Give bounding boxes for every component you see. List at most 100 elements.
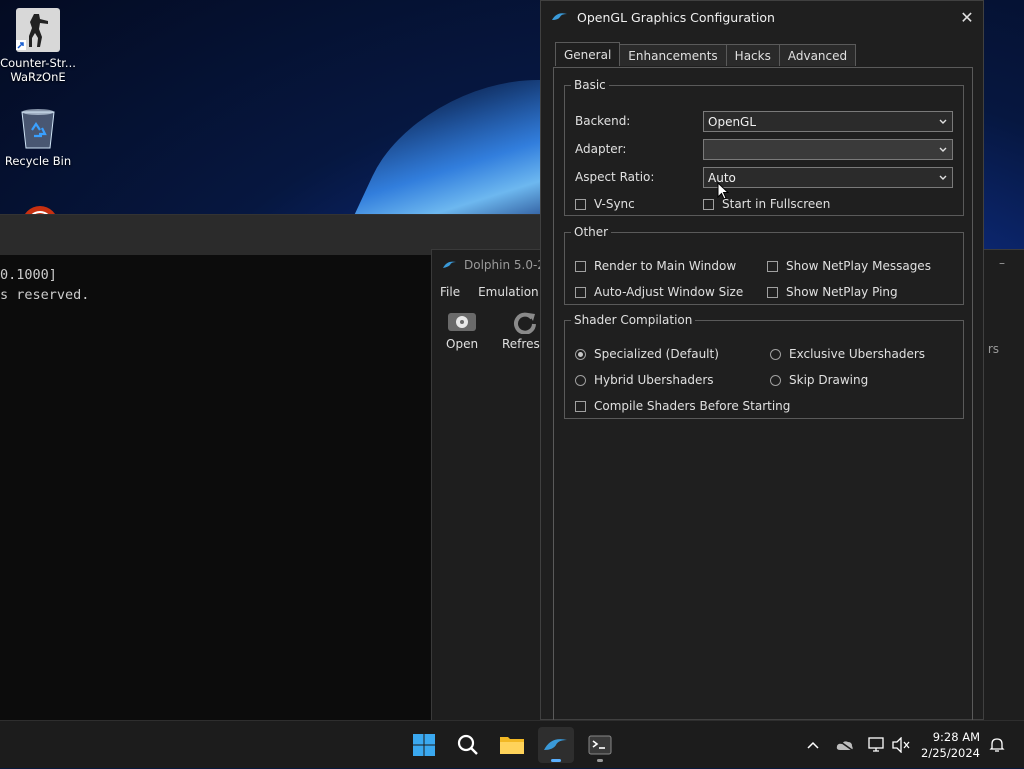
show-netplay-ping-checkbox[interactable]: Show NetPlay Ping <box>767 285 898 299</box>
windows-start-icon <box>413 734 435 756</box>
checkbox-box[interactable] <box>767 260 778 272</box>
terminal-line: s reserved. <box>0 287 90 303</box>
dialog-title: OpenGL Graphics Configuration <box>577 9 775 25</box>
aspect-ratio-combo[interactable]: Auto <box>703 167 953 188</box>
clock-time: 9:28 AM <box>932 730 980 744</box>
counter-strike-icon <box>16 8 60 52</box>
toolbar-open-button[interactable]: Open <box>446 310 478 351</box>
backend-combo[interactable]: OpenGL <box>703 111 953 132</box>
checkbox-box[interactable] <box>575 286 586 298</box>
other-legend: Other <box>574 225 609 239</box>
network-button[interactable] <box>866 721 888 769</box>
start-button[interactable] <box>406 727 442 763</box>
checkbox-box[interactable] <box>575 198 586 210</box>
opengl-config-dialog[interactable]: OpenGL Graphics Configuration ✕ General … <box>540 0 984 727</box>
show-netplay-messages-label: Show NetPlay Messages <box>786 259 931 273</box>
hybrid-ubershaders-label: Hybrid Ubershaders <box>594 373 714 387</box>
refresh-icon <box>513 312 536 335</box>
hybrid-ubershaders-radio[interactable]: Hybrid Ubershaders <box>575 373 714 387</box>
basic-legend: Basic <box>574 78 606 92</box>
file-explorer-button[interactable] <box>494 727 530 763</box>
desktop-icon-label: WaRzOnE <box>10 70 66 84</box>
dolphin-icon <box>552 13 567 20</box>
checkbox-box[interactable] <box>767 286 778 298</box>
render-main-window-label: Render to Main Window <box>594 259 737 273</box>
tab-enhancements[interactable]: Enhancements <box>619 44 727 66</box>
radio-circle[interactable] <box>575 348 586 360</box>
search-button[interactable] <box>450 727 486 763</box>
desktop-icon-counter-strike[interactable]: Counter-Str... WaRzOnE <box>0 8 76 84</box>
system-clock[interactable]: 9:28 AM 2/25/2024 <box>921 729 980 761</box>
compile-before-starting-checkbox[interactable]: Compile Shaders Before Starting <box>575 399 790 413</box>
specialized-label: Specialized (Default) <box>594 347 719 361</box>
render-main-window-checkbox[interactable]: Render to Main Window <box>575 259 736 273</box>
dialog-titlebar[interactable]: OpenGL Graphics Configuration <box>541 1 983 33</box>
running-indicator <box>597 759 603 762</box>
recycle-bin-icon <box>16 106 60 150</box>
checkbox-box[interactable] <box>703 198 714 210</box>
dolphin-taskbar-button[interactable] <box>538 727 574 763</box>
search-icon <box>457 734 478 755</box>
close-button[interactable]: ✕ <box>951 1 983 33</box>
dolphin-menubar: File Emulation <box>440 285 539 299</box>
notifications-button[interactable] <box>986 721 1008 769</box>
other-group: Other Render to Main Window Show NetPlay… <box>564 225 964 305</box>
chevron-up-icon <box>807 741 819 749</box>
checkbox-box[interactable] <box>575 260 586 272</box>
aspect-ratio-label: Aspect Ratio: <box>575 170 655 184</box>
terminal-taskbar-button[interactable] <box>582 727 618 763</box>
tab-hacks[interactable]: Hacks <box>725 44 780 66</box>
shader-compilation-group: Shader Compilation Specialized (Default)… <box>564 313 964 419</box>
specialized-radio[interactable]: Specialized (Default) <box>575 347 719 361</box>
backend-value: OpenGL <box>708 114 757 129</box>
minimize-icon[interactable]: – <box>999 256 1005 270</box>
radio-circle[interactable] <box>770 348 781 360</box>
folder-icon <box>500 737 524 754</box>
exclusive-ubershaders-radio[interactable]: Exclusive Ubershaders <box>770 347 925 361</box>
terminal-line: 0.1000] <box>0 267 57 283</box>
open-icon <box>448 313 477 331</box>
basic-group: Basic Backend: OpenGL Adapter: Aspect Ra… <box>564 78 964 216</box>
tray-overflow-button[interactable] <box>802 721 824 769</box>
tab-advanced[interactable]: Advanced <box>778 44 857 66</box>
vsync-label: V-Sync <box>594 197 635 211</box>
radio-circle[interactable] <box>575 374 586 386</box>
speaker-muted-icon <box>892 737 910 753</box>
tab-general[interactable]: General <box>555 42 621 66</box>
dolphin-titlebar[interactable]: Dolphin 5.0-21 <box>442 258 553 272</box>
general-tab-panel: Basic Backend: OpenGL Adapter: Aspect Ra… <box>553 67 973 727</box>
menu-file[interactable]: File <box>440 285 460 299</box>
desktop-icon-label: Counter-Str... <box>0 56 76 70</box>
dolphin-icon <box>443 261 456 268</box>
cloud-offline-icon <box>836 739 853 751</box>
volume-button[interactable] <box>890 721 912 769</box>
bell-icon <box>989 738 1005 752</box>
desktop-icon-recycle-bin[interactable]: Recycle Bin <box>0 106 76 168</box>
compile-before-starting-label: Compile Shaders Before Starting <box>594 399 791 413</box>
checkbox-box[interactable] <box>575 400 586 412</box>
tab-bar: General Enhancements Hacks Advanced <box>555 42 857 66</box>
desktop-icon-label: Recycle Bin <box>4 154 72 168</box>
clock-date: 2/25/2024 <box>921 746 980 760</box>
auto-adjust-window-checkbox[interactable]: Auto-Adjust Window Size <box>575 285 743 299</box>
menu-emulation[interactable]: Emulation <box>478 285 539 299</box>
adapter-label: Adapter: <box>575 142 627 156</box>
auto-adjust-window-label: Auto-Adjust Window Size <box>594 285 744 299</box>
show-netplay-messages-checkbox[interactable]: Show NetPlay Messages <box>767 259 931 273</box>
onedrive-button[interactable] <box>834 721 856 769</box>
skip-drawing-radio[interactable]: Skip Drawing <box>770 373 868 387</box>
chevron-down-icon <box>939 119 947 124</box>
adapter-combo[interactable] <box>703 139 953 160</box>
show-netplay-ping-label: Show NetPlay Ping <box>786 285 898 299</box>
toolbar-label-partial: rs <box>987 342 999 356</box>
radio-circle[interactable] <box>770 374 781 386</box>
dolphin-icon <box>544 739 567 750</box>
active-indicator <box>551 759 561 762</box>
close-icon: ✕ <box>960 7 974 27</box>
mouse-cursor-icon <box>717 182 729 200</box>
chevron-down-icon <box>939 147 947 152</box>
taskbar: 9:28 AM 2/25/2024 <box>0 720 1024 768</box>
terminal-icon <box>588 735 612 755</box>
vsync-checkbox[interactable]: V-Sync <box>575 197 635 211</box>
network-icon <box>868 737 884 752</box>
